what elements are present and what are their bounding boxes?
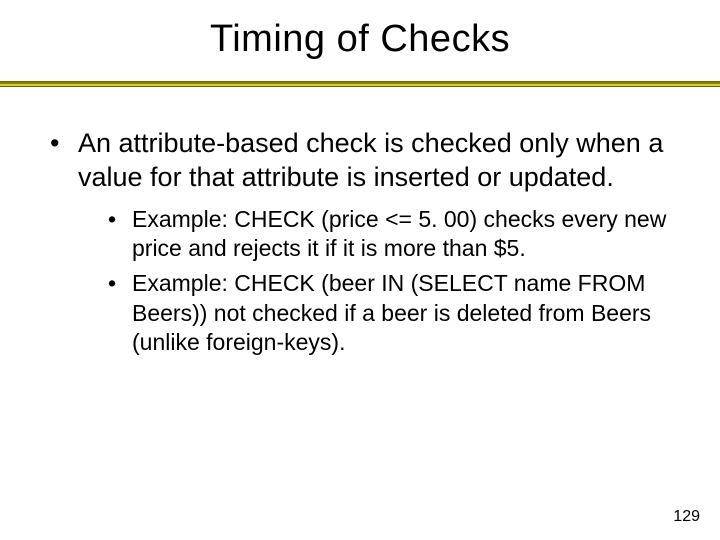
page-number: 129 [673, 508, 700, 526]
slide-body: An attribute-based check is checked only… [0, 87, 720, 358]
bullet-main: An attribute-based check is checked only… [48, 127, 672, 358]
bullet-main-text: An attribute-based check is checked only… [78, 128, 663, 192]
bullet-list-level2: Example: CHECK (price <= 5. 00) checks e… [78, 205, 672, 358]
bullet-sub1: Example: CHECK (price <= 5. 00) checks e… [106, 205, 672, 264]
slide: Timing of Checks An attribute-based chec… [0, 0, 720, 540]
bullet-list-level1: An attribute-based check is checked only… [48, 127, 672, 358]
slide-title: Timing of Checks [0, 0, 720, 81]
bullet-sub2: Example: CHECK (beer IN (SELECT name FRO… [106, 269, 672, 357]
